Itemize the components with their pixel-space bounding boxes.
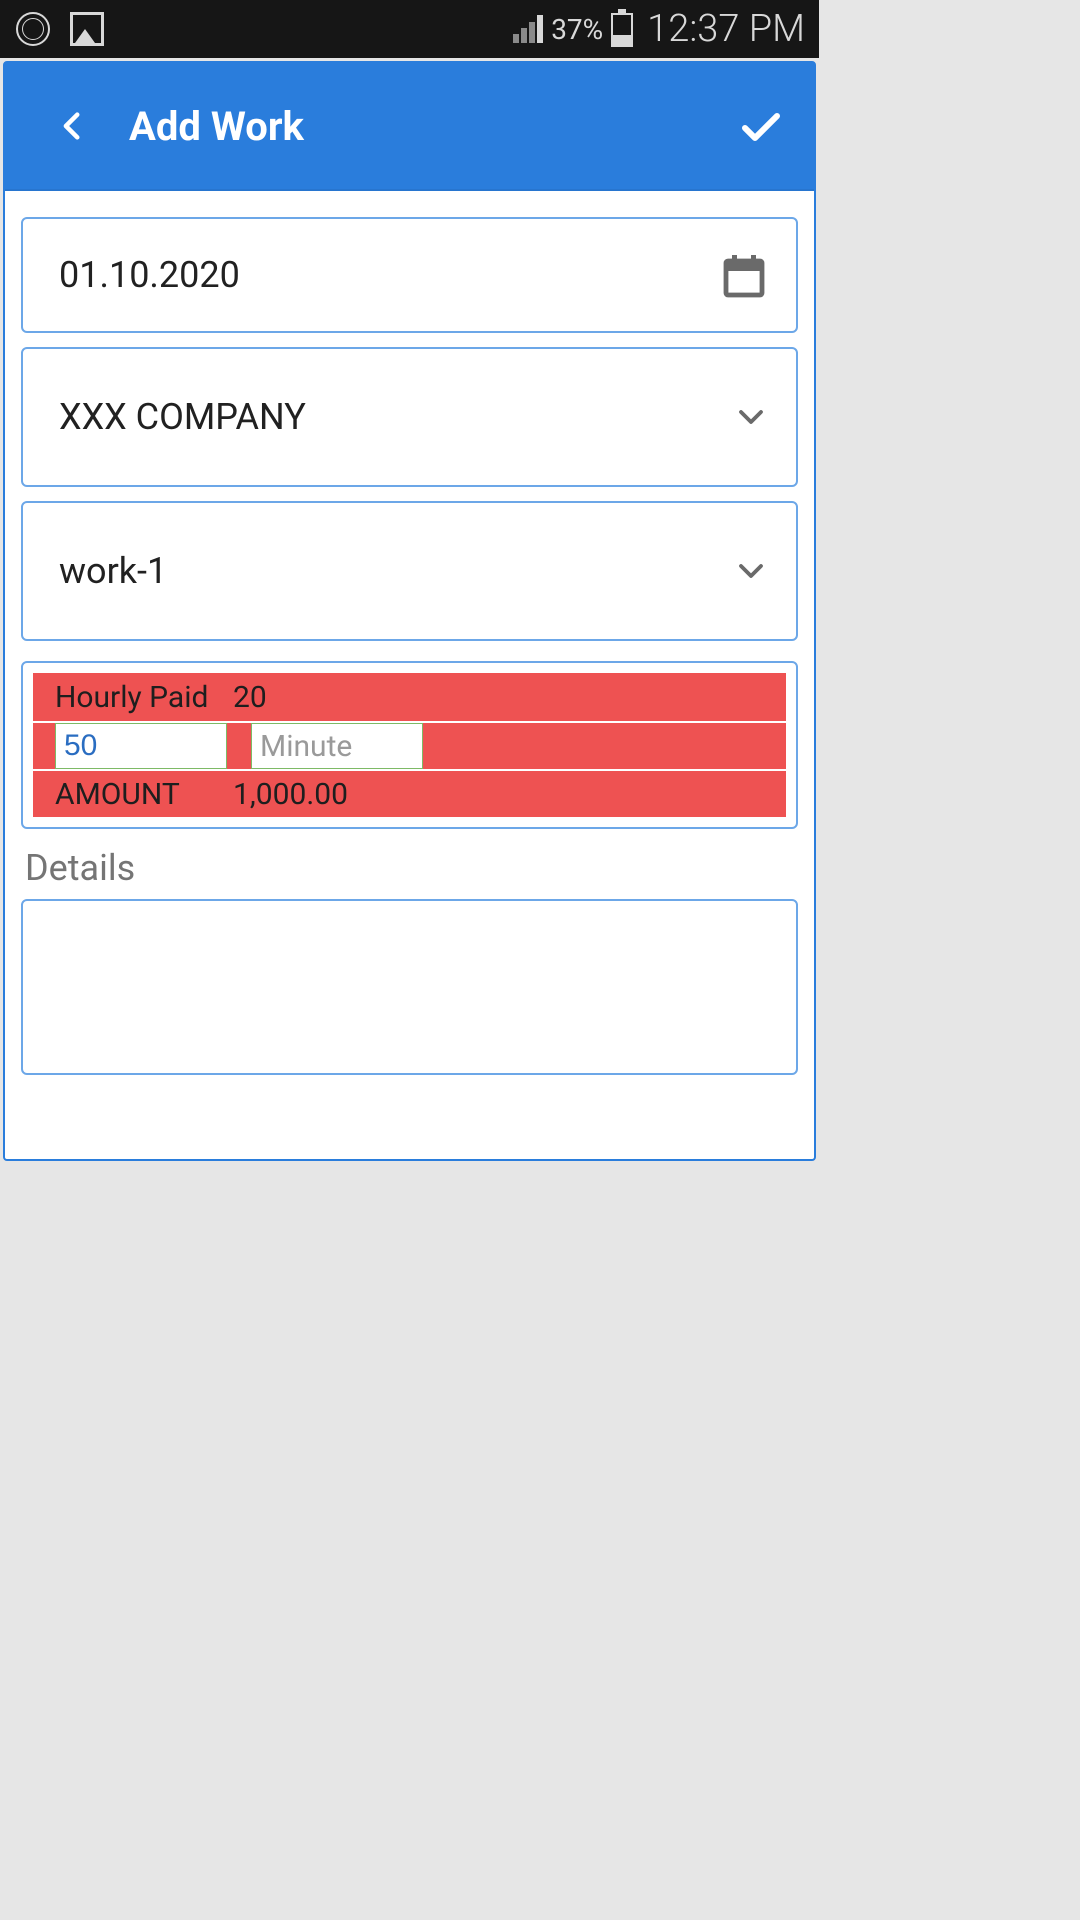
minute-input[interactable] [251, 723, 423, 769]
calendar-icon [720, 251, 768, 299]
company-value: XXX COMPANY [59, 396, 734, 438]
hourly-row: Hourly Paid 20 [33, 673, 786, 721]
confirm-button[interactable] [736, 101, 786, 151]
status-bar: 37% 12:37 PM [0, 0, 819, 58]
chevron-down-icon [734, 554, 768, 588]
status-time: 12:37 PM [647, 7, 805, 51]
amount-value: 1,000.00 [233, 777, 348, 812]
chevron-left-icon [56, 109, 90, 143]
battery-percentage: 37% [551, 13, 603, 46]
back-button[interactable] [53, 106, 93, 146]
check-icon [737, 102, 785, 150]
form-body: 01.10.2020 XXX COMPANY work-1 Hourly Pai… [5, 191, 814, 1087]
image-icon [70, 12, 104, 46]
time-row [33, 721, 786, 769]
signal-icon [513, 15, 543, 43]
status-right: 37% 12:37 PM [513, 7, 805, 51]
details-label: Details [25, 847, 798, 889]
app-header: Add Work [5, 63, 814, 191]
chevron-down-icon [734, 400, 768, 434]
date-field[interactable]: 01.10.2020 [21, 217, 798, 333]
amount-row: AMOUNT 1,000.00 [33, 769, 786, 817]
app-container: Add Work 01.10.2020 XXX COMPANY work-1 [3, 61, 816, 1161]
hours-input[interactable] [55, 723, 227, 769]
battery-icon [611, 13, 633, 47]
date-value: 01.10.2020 [59, 254, 720, 296]
work-value: work-1 [59, 550, 734, 592]
details-input[interactable] [21, 899, 798, 1075]
page-title: Add Work [129, 103, 736, 150]
company-dropdown[interactable]: XXX COMPANY [21, 347, 798, 487]
hourly-rate: 20 [233, 680, 267, 715]
amount-label: AMOUNT [33, 777, 233, 812]
work-dropdown[interactable]: work-1 [21, 501, 798, 641]
status-left [16, 12, 104, 46]
calculation-panel: Hourly Paid 20 AMOUNT 1,000.00 [21, 661, 798, 829]
clock-icon [16, 12, 50, 46]
hourly-label: Hourly Paid [33, 680, 233, 715]
